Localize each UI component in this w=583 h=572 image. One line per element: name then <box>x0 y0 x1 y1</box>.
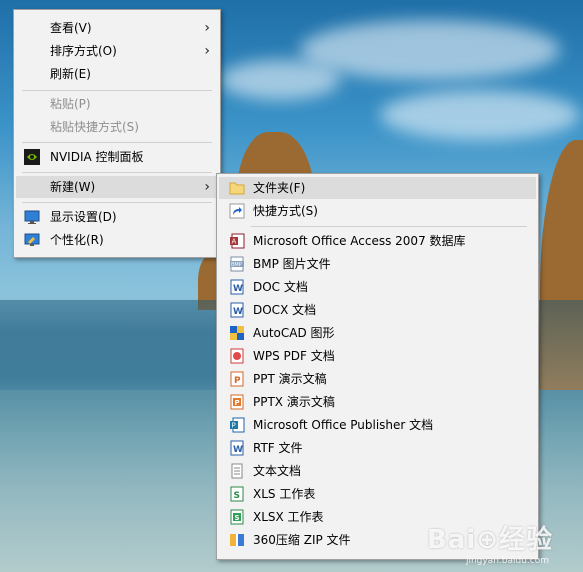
menu-item-sort-by[interactable]: 排序方式(O) › <box>16 40 218 62</box>
svg-text:P: P <box>235 399 240 407</box>
submenu-item-label: 360压缩 ZIP 文件 <box>253 533 351 547</box>
new-submenu: 文件夹(F) 快捷方式(S) A Microsoft Office Access… <box>216 173 539 560</box>
menu-item-personalize[interactable]: 个性化(R) <box>16 229 218 251</box>
submenu-item-pptx[interactable]: P PPTX 演示文稿 <box>219 391 536 413</box>
menu-item-label: 排序方式(O) <box>50 44 117 58</box>
menu-item-label: 显示设置(D) <box>50 210 117 224</box>
menu-item-label: NVIDIA 控制面板 <box>50 150 144 164</box>
publisher-icon: P <box>229 417 245 433</box>
submenu-item-label: XLS 工作表 <box>253 487 316 501</box>
nvidia-icon <box>24 149 40 165</box>
submenu-item-label: DOC 文档 <box>253 280 308 294</box>
svg-text:W: W <box>233 307 243 317</box>
text-doc-icon <box>229 463 245 479</box>
menu-item-paste-shortcut: 粘贴快捷方式(S) <box>16 116 218 138</box>
folder-icon <box>229 180 245 196</box>
shortcut-icon <box>229 203 245 219</box>
zip-icon <box>229 532 245 548</box>
submenu-item-shortcut[interactable]: 快捷方式(S) <box>219 200 536 222</box>
submenu-item-text-document[interactable]: 文本文档 <box>219 460 536 482</box>
submenu-item-docx[interactable]: W DOCX 文档 <box>219 299 536 321</box>
personalize-icon <box>24 232 40 248</box>
submenu-item-label: RTF 文件 <box>253 441 303 455</box>
bmp-icon: BMP <box>229 256 245 272</box>
svg-text:S: S <box>234 491 240 501</box>
submenu-item-publisher[interactable]: P Microsoft Office Publisher 文档 <box>219 414 536 436</box>
menu-separator <box>22 202 212 203</box>
menu-item-label: 查看(V) <box>50 21 92 35</box>
submenu-item-label: AutoCAD 图形 <box>253 326 335 340</box>
submenu-item-label: Microsoft Office Publisher 文档 <box>253 418 434 432</box>
baidu-jingyan-watermark: Bai⊕经验 <box>426 525 553 555</box>
rtf-icon: W <box>229 440 245 456</box>
menu-item-label: 个性化(R) <box>50 233 104 247</box>
submenu-item-label: 文件夹(F) <box>253 181 306 195</box>
submenu-item-label: WPS PDF 文档 <box>253 349 335 363</box>
cloud <box>380 90 580 140</box>
svg-text:S: S <box>235 514 240 522</box>
ppt-icon: P <box>229 371 245 387</box>
menu-separator <box>22 142 212 143</box>
svg-text:BMP: BMP <box>231 262 242 268</box>
submenu-item-rtf[interactable]: W RTF 文件 <box>219 437 536 459</box>
docx-icon: W <box>229 302 245 318</box>
menu-item-new[interactable]: 新建(W) › <box>16 176 218 198</box>
doc-icon: W <box>229 279 245 295</box>
submenu-item-ppt[interactable]: P PPT 演示文稿 <box>219 368 536 390</box>
menu-item-display-settings[interactable]: 显示设置(D) <box>16 206 218 228</box>
svg-text:P: P <box>232 422 236 430</box>
svg-text:P: P <box>234 376 241 386</box>
submenu-item-label: 快捷方式(S) <box>253 204 318 218</box>
menu-item-label: 新建(W) <box>50 180 96 194</box>
menu-separator <box>22 90 212 91</box>
desktop-context-menu: 查看(V) › 排序方式(O) › 刷新(E) 粘贴(P) 粘贴快捷方式(S) … <box>13 9 221 258</box>
submenu-item-label: Microsoft Office Access 2007 数据库 <box>253 234 466 248</box>
menu-separator <box>251 226 527 227</box>
chevron-right-icon: › <box>204 43 210 59</box>
chevron-right-icon: › <box>204 179 210 195</box>
xlsx-icon: S <box>229 509 245 525</box>
submenu-item-label: PPT 演示文稿 <box>253 372 327 386</box>
svg-text:W: W <box>233 284 243 294</box>
submenu-item-bmp[interactable]: BMP BMP 图片文件 <box>219 253 536 275</box>
xls-icon: S <box>229 486 245 502</box>
submenu-item-label: BMP 图片文件 <box>253 257 331 271</box>
submenu-item-label: DOCX 文档 <box>253 303 317 317</box>
submenu-item-label: XLSX 工作表 <box>253 510 324 524</box>
submenu-item-access[interactable]: A Microsoft Office Access 2007 数据库 <box>219 230 536 252</box>
menu-item-refresh[interactable]: 刷新(E) <box>16 63 218 85</box>
svg-text:W: W <box>233 445 243 455</box>
submenu-item-folder[interactable]: 文件夹(F) <box>219 177 536 199</box>
submenu-item-xls[interactable]: S XLS 工作表 <box>219 483 536 505</box>
pptx-icon: P <box>229 394 245 410</box>
menu-item-paste: 粘贴(P) <box>16 93 218 115</box>
pdf-icon <box>229 348 245 364</box>
menu-separator <box>22 172 212 173</box>
chevron-right-icon: › <box>204 20 210 36</box>
menu-item-label: 粘贴快捷方式(S) <box>50 120 139 134</box>
display-icon <box>24 209 40 225</box>
menu-item-label: 粘贴(P) <box>50 97 91 111</box>
menu-item-view[interactable]: 查看(V) › <box>16 17 218 39</box>
access-icon: A <box>229 233 245 249</box>
submenu-item-doc[interactable]: W DOC 文档 <box>219 276 536 298</box>
cloud <box>300 20 560 80</box>
cloud <box>220 60 340 100</box>
submenu-item-label: PPTX 演示文稿 <box>253 395 335 409</box>
menu-item-nvidia-control-panel[interactable]: NVIDIA 控制面板 <box>16 146 218 168</box>
menu-item-label: 刷新(E) <box>50 67 91 81</box>
submenu-item-label: 文本文档 <box>253 464 302 478</box>
submenu-item-autocad[interactable]: AutoCAD 图形 <box>219 322 536 344</box>
svg-text:A: A <box>232 238 237 246</box>
submenu-item-wps-pdf[interactable]: WPS PDF 文档 <box>219 345 536 367</box>
watermark-url: jingyan.baidu.com <box>465 556 549 566</box>
autocad-icon <box>229 325 245 341</box>
